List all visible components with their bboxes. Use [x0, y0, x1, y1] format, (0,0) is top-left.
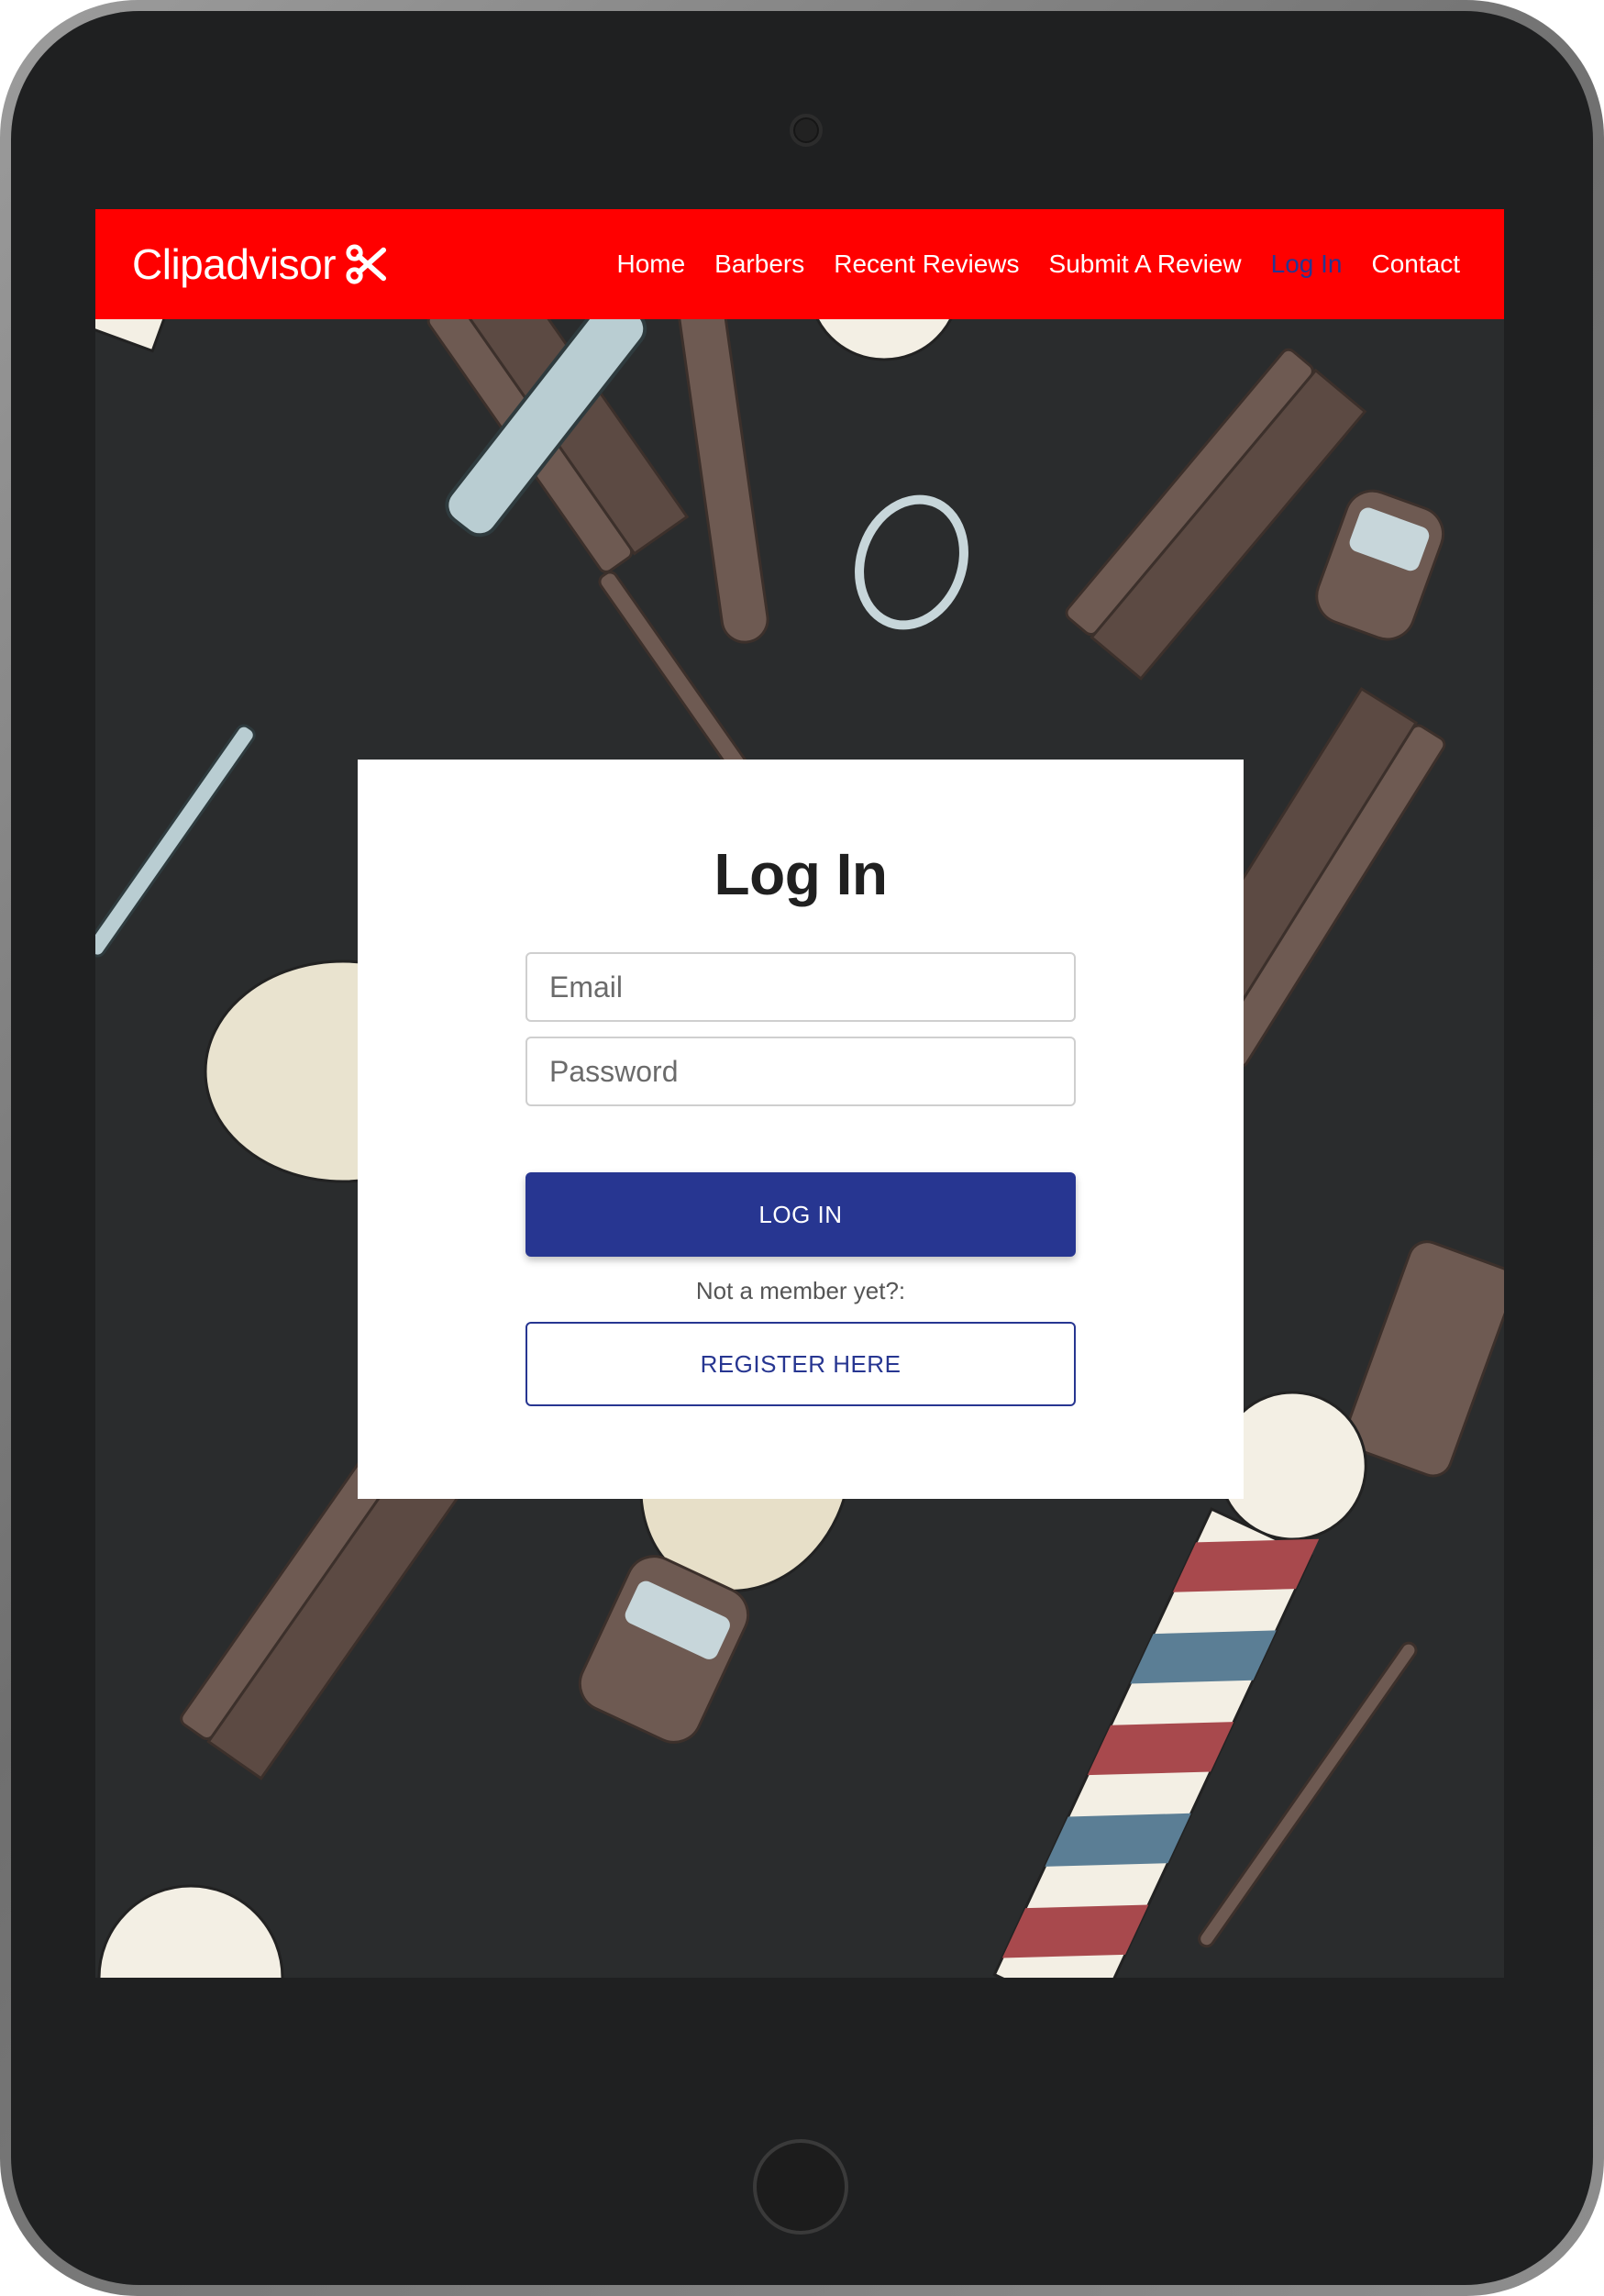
email-field[interactable] [525, 952, 1076, 1022]
nav-item-contact[interactable]: Contact [1372, 250, 1461, 279]
nav-item-recent-reviews[interactable]: Recent Reviews [834, 250, 1019, 279]
nav-item-submit-review[interactable]: Submit A Review [1049, 250, 1242, 279]
page-title: Log In [714, 841, 888, 907]
register-button[interactable]: REGISTER HERE [525, 1322, 1076, 1406]
brand-logo[interactable]: Clipadvisor [132, 239, 387, 289]
screen: Clipadvisor Home Barbers Recent Reviews … [95, 209, 1504, 1978]
home-button[interactable] [753, 2139, 848, 2235]
login-button[interactable]: LOG IN [525, 1172, 1076, 1257]
password-field[interactable] [525, 1037, 1076, 1106]
nav-item-log-in[interactable]: Log In [1271, 250, 1343, 279]
tablet-frame: Clipadvisor Home Barbers Recent Reviews … [0, 0, 1604, 2296]
scissors-icon [346, 244, 387, 284]
nav-item-home[interactable]: Home [616, 250, 685, 279]
not-member-text: Not a member yet?: [695, 1277, 906, 1304]
login-card: Log In LOG IN Not a member yet?: REGISTE… [358, 760, 1244, 1499]
nav-item-barbers[interactable]: Barbers [714, 250, 804, 279]
navbar: Clipadvisor Home Barbers Recent Reviews … [95, 209, 1504, 319]
nav-menu: Home Barbers Recent Reviews Submit A Rev… [616, 250, 1460, 279]
camera-icon [790, 114, 823, 147]
login-form: LOG IN Not a member yet?: REGISTER HERE [525, 952, 1076, 1406]
brand-name: Clipadvisor [132, 240, 337, 288]
